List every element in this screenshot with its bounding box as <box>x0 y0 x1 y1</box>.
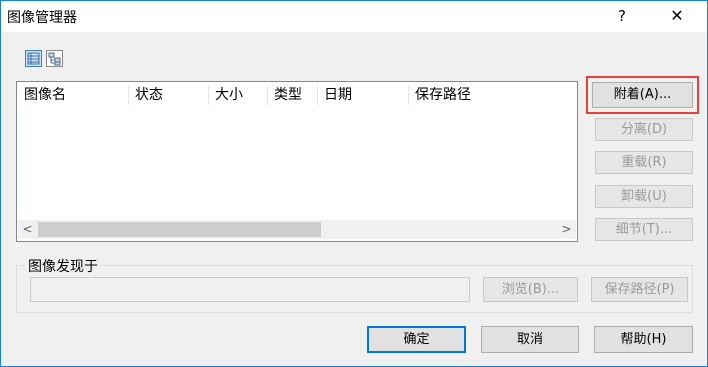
tree-view-icon[interactable] <box>46 50 63 67</box>
scrollbar-thumb[interactable] <box>38 222 321 237</box>
column-header-image-name[interactable]: 图像名 <box>17 82 128 109</box>
horizontal-scrollbar[interactable]: < > <box>18 220 576 239</box>
image-list[interactable]: 图像名 状态 大小 类型 日期 保存路径 < > <box>16 81 578 242</box>
cancel-button[interactable]: 取消 <box>481 326 579 353</box>
attach-button[interactable]: 附着(A)... <box>592 82 693 108</box>
image-manager-dialog: 图像管理器 ? ✕ 图像名 状态 大小 类型 日期 保存路径 < > 附着(A)… <box>0 0 708 367</box>
column-header-type[interactable]: 类型 <box>267 82 317 109</box>
details-button[interactable]: 细节(T)... <box>595 218 693 241</box>
column-header-save-path[interactable]: 保存路径 <box>408 82 558 109</box>
help-button[interactable]: 帮助(H) <box>594 326 693 353</box>
ok-button[interactable]: 确定 <box>367 326 466 353</box>
browse-button[interactable]: 浏览(B)... <box>483 277 578 302</box>
image-found-at-label: 图像发现于 <box>25 256 101 276</box>
unload-button[interactable]: 卸载(U) <box>595 185 693 208</box>
column-header-date[interactable]: 日期 <box>317 82 408 109</box>
dialog-title: 图像管理器 <box>7 10 77 26</box>
save-path-button[interactable]: 保存路径(P) <box>591 277 688 302</box>
image-found-at-field[interactable] <box>30 277 470 302</box>
scroll-right-arrow-icon[interactable]: > <box>557 220 576 239</box>
close-icon[interactable]: ✕ <box>657 3 697 29</box>
detach-button[interactable]: 分离(D) <box>595 118 693 141</box>
title-bar: 图像管理器 ? ✕ <box>1 1 707 32</box>
column-header-size[interactable]: 大小 <box>208 82 267 109</box>
help-icon[interactable]: ? <box>607 3 637 29</box>
details-view-icon[interactable] <box>25 50 42 67</box>
scroll-left-arrow-icon[interactable]: < <box>18 220 37 239</box>
column-header-status[interactable]: 状态 <box>128 82 208 109</box>
reload-button[interactable]: 重载(R) <box>595 151 693 174</box>
